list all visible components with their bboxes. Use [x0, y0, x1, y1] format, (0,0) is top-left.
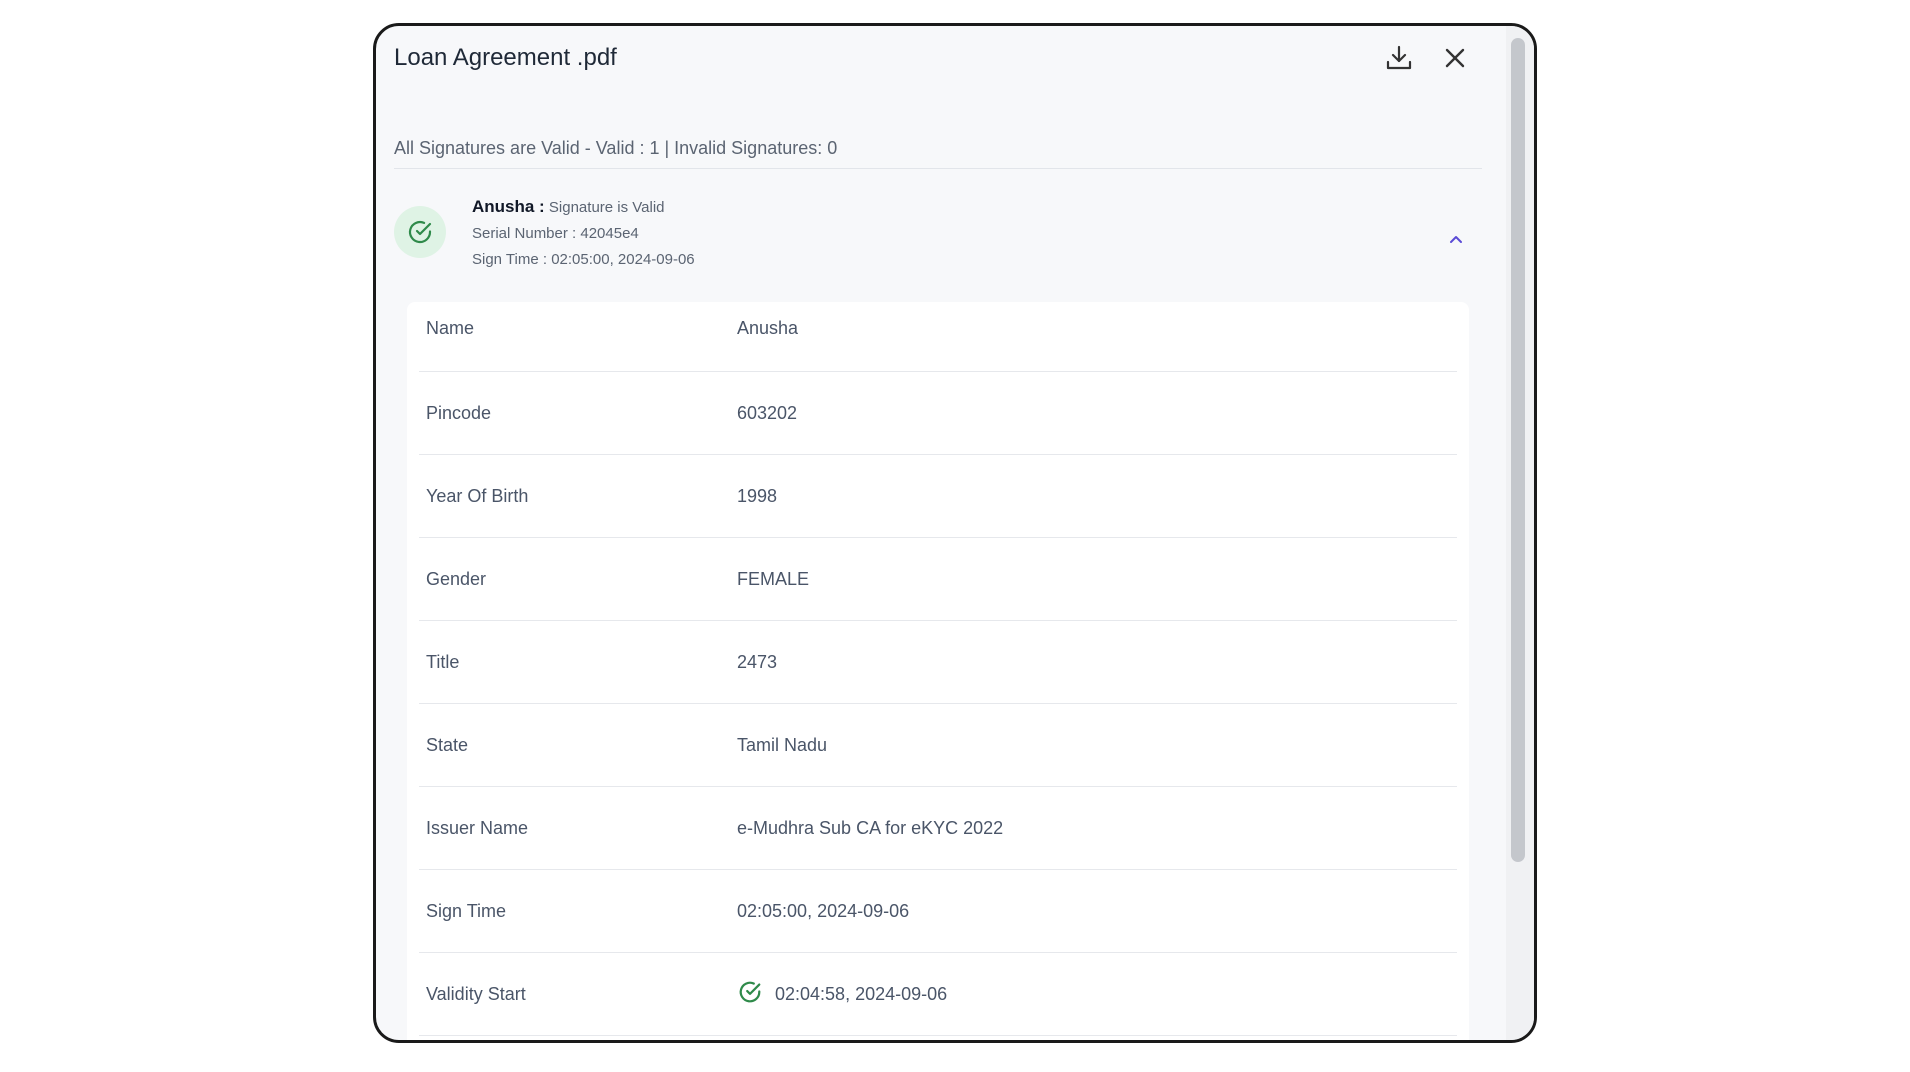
table-row: Name Anusha — [419, 302, 1457, 372]
signer-name: Anusha : — [472, 197, 545, 216]
serial-number: Serial Number : 42045e4 — [472, 225, 639, 242]
signer-info: Anusha : Signature is Valid Serial Numbe… — [472, 194, 695, 273]
divider — [394, 168, 1482, 169]
row-label: Gender — [426, 568, 487, 589]
table-row: State Tamil Nadu — [419, 704, 1457, 787]
download-icon[interactable] — [1384, 43, 1414, 73]
table-row: Gender FEMALE — [419, 538, 1457, 621]
table-row: Pincode 603202 — [419, 372, 1457, 455]
modal-title: Loan Agreement .pdf — [394, 44, 617, 71]
row-value: 603202 — [737, 402, 798, 423]
row-label: Name — [426, 318, 475, 338]
scrollbar-thumb[interactable] — [1511, 38, 1525, 862]
row-value: 02:05:00, 2024-09-06 — [737, 900, 910, 921]
row-label: Title — [426, 651, 460, 672]
table-row: Sign Time 02:05:00, 2024-09-06 — [419, 870, 1457, 953]
signer-accordion-header[interactable]: Anusha : Signature is Valid Serial Numbe… — [394, 194, 1482, 290]
signer-sign-time: Sign Time : 02:05:00, 2024-09-06 — [472, 251, 695, 268]
table-row: Issuer Name e-Mudhra Sub CA for eKYC 202… — [419, 787, 1457, 870]
check-circle-icon — [737, 979, 763, 1010]
row-value: e-Mudhra Sub CA for eKYC 2022 — [737, 817, 1004, 838]
row-value: FEMALE — [737, 568, 810, 589]
row-label: Validity Start — [426, 983, 526, 1004]
row-value: 2473 — [737, 651, 778, 672]
row-label: State — [426, 734, 469, 755]
chevron-up-icon[interactable] — [1442, 226, 1470, 254]
table-row: Title 2473 — [419, 621, 1457, 704]
signer-status: Signature is Valid — [548, 199, 665, 216]
row-label: Year Of Birth — [426, 485, 529, 506]
check-circle-icon — [394, 206, 446, 258]
header-actions — [1384, 43, 1470, 73]
modal-header: Loan Agreement .pdf — [394, 26, 1494, 90]
signature-details-modal: Loan Agreement .pdf All Signatures are V… — [373, 23, 1537, 1043]
signature-summary: All Signatures are Valid - Valid : 1 | I… — [394, 138, 838, 158]
row-label: Issuer Name — [426, 817, 529, 838]
table-row: Validity Start 02:04:58, 2024-09-06 — [419, 953, 1457, 1036]
row-value: 02:04:58, 2024-09-06 — [775, 983, 948, 1004]
row-value: Anusha — [737, 318, 799, 338]
row-value: Tamil Nadu — [737, 734, 828, 755]
row-label: Sign Time — [426, 900, 507, 921]
row-value: 1998 — [737, 485, 778, 506]
close-icon[interactable] — [1440, 43, 1470, 73]
signature-details-table: Name Anusha Pincode 603202 Year Of Birth… — [407, 302, 1469, 1040]
row-label: Pincode — [426, 402, 492, 423]
table-row: Year Of Birth 1998 — [419, 455, 1457, 538]
